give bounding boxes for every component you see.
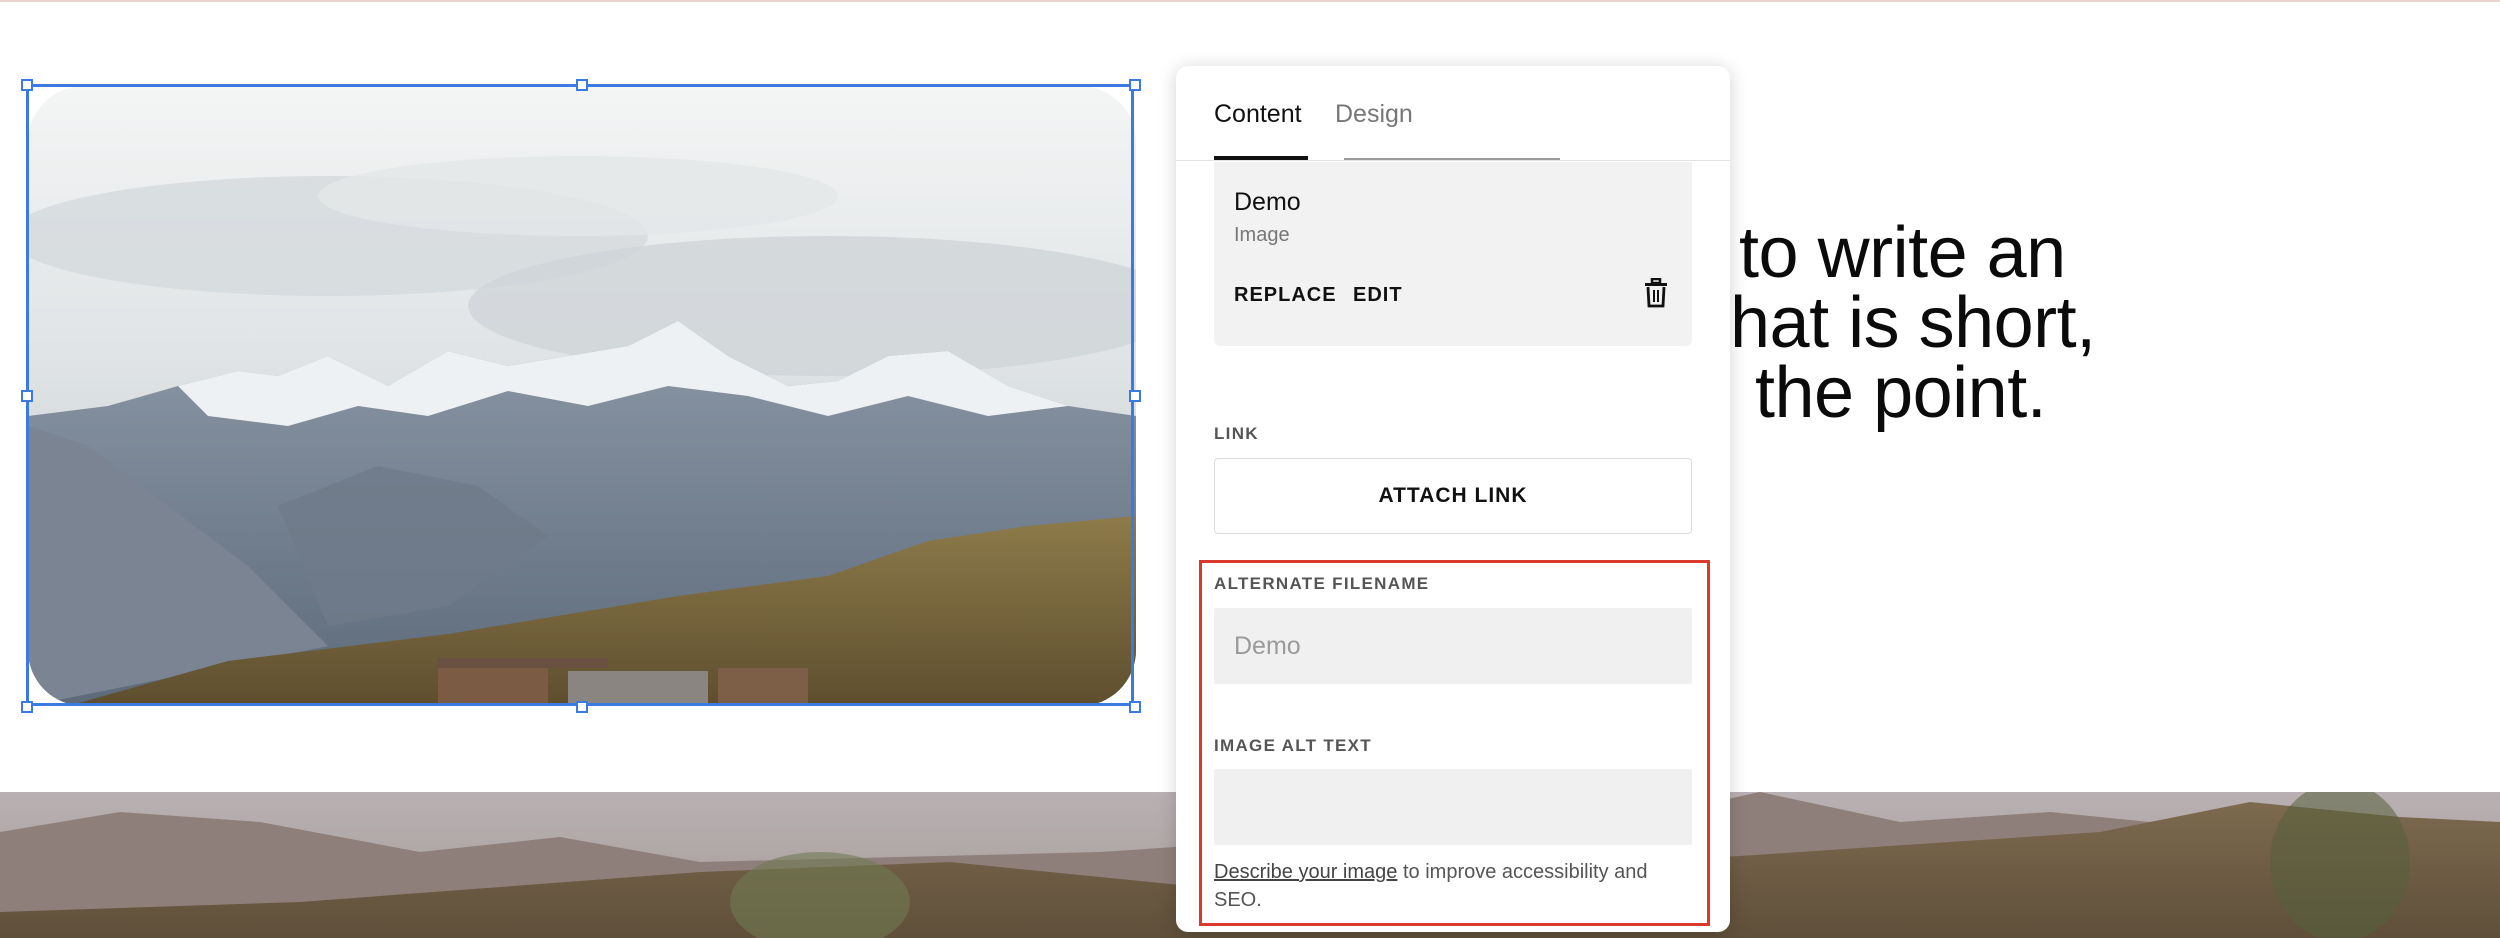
image-file-card: Demo Image REPLACE EDIT: [1214, 162, 1692, 346]
alt-text-help: Describe your image to improve accessibi…: [1214, 858, 1684, 914]
file-type: Image: [1234, 224, 1290, 246]
image-settings-panel: Content Design Demo Image REPLACE EDIT L…: [1176, 66, 1730, 932]
image-alt-text-input[interactable]: [1214, 769, 1692, 845]
attach-link-button[interactable]: ATTACH LINK: [1214, 458, 1692, 534]
trash-icon[interactable]: [1642, 278, 1670, 308]
edit-button[interactable]: EDIT: [1353, 284, 1403, 307]
tab-design[interactable]: Design: [1335, 100, 1413, 129]
panel-tabs: Content Design: [1176, 66, 1730, 161]
resize-handle-right[interactable]: [1129, 390, 1141, 402]
file-name: Demo: [1234, 188, 1301, 216]
top-divider: [0, 0, 2500, 2]
resize-handle-bottom[interactable]: [576, 701, 588, 713]
replace-button[interactable]: REPLACE: [1234, 284, 1337, 307]
alternate-filename-input[interactable]: [1214, 608, 1692, 684]
resize-handle-bottom-right[interactable]: [1129, 701, 1141, 713]
alternate-filename-label: ALTERNATE FILENAME: [1214, 574, 1430, 593]
active-tab-indicator: [1214, 156, 1308, 160]
resize-handle-top-left[interactable]: [21, 79, 33, 91]
tab-content[interactable]: Content: [1214, 100, 1302, 129]
scroll-indicator: [1344, 158, 1560, 160]
describe-image-link[interactable]: Describe your image: [1214, 861, 1397, 883]
mountain-image: [28, 86, 1136, 706]
resize-handle-bottom-left[interactable]: [21, 701, 33, 713]
resize-handle-left[interactable]: [21, 390, 33, 402]
image-block[interactable]: [28, 86, 1136, 706]
resize-handle-top[interactable]: [576, 79, 588, 91]
image-alt-text-label: IMAGE ALT TEXT: [1214, 736, 1372, 755]
resize-handle-top-right[interactable]: [1129, 79, 1141, 91]
link-label: LINK: [1214, 424, 1259, 443]
